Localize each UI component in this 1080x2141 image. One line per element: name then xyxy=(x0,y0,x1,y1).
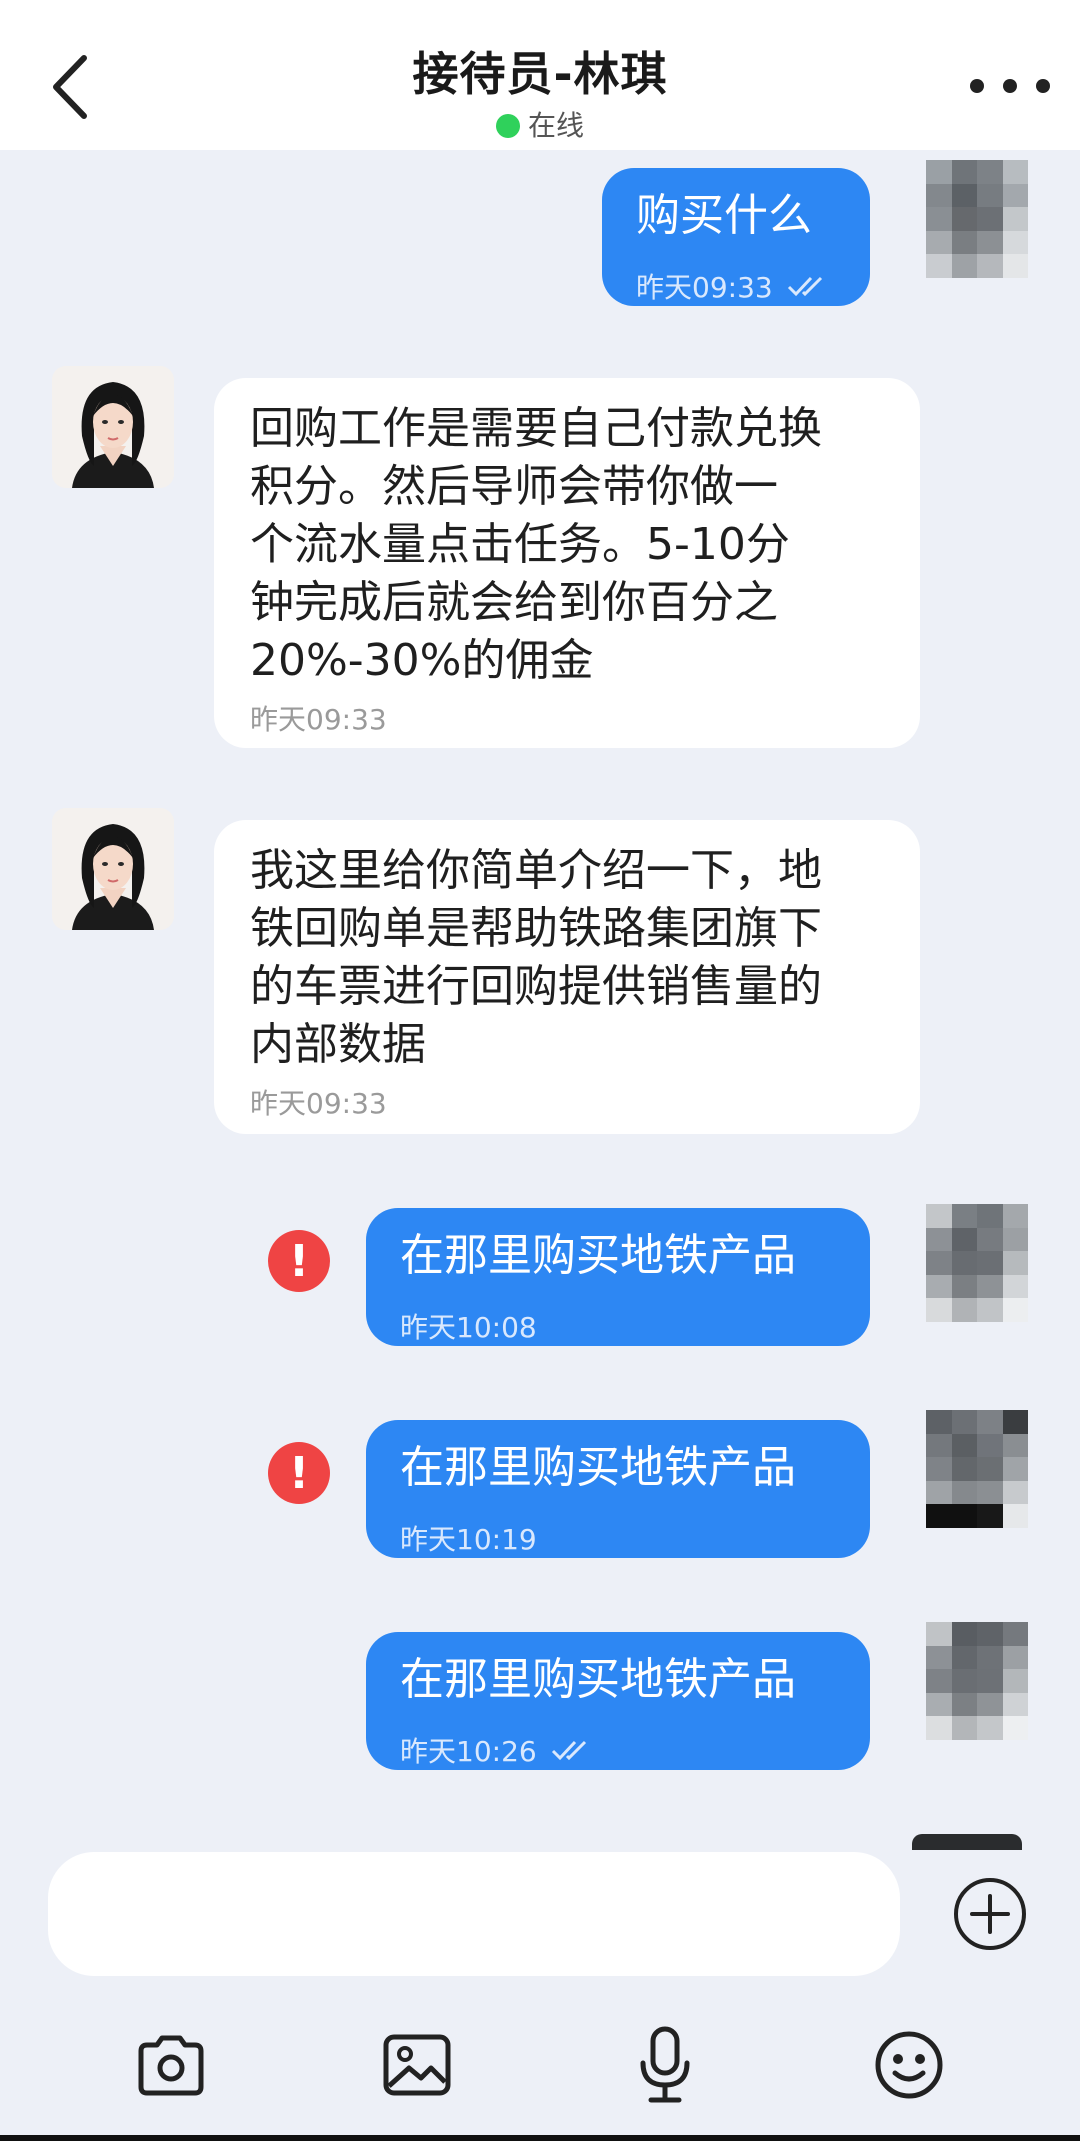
outgoing-message[interactable]: 在那里购买地铁产品 昨天10:19 xyxy=(366,1420,870,1558)
outgoing-message[interactable]: 在那里购买地铁产品 昨天10:08 xyxy=(366,1208,870,1346)
more-dot xyxy=(1036,79,1050,93)
plus-circle-icon xyxy=(954,1878,1026,1950)
user-avatar[interactable] xyxy=(926,160,1028,278)
text-line: 20%-30%的佣金 xyxy=(250,635,594,686)
message-timestamp: 昨天10:08 xyxy=(400,1311,537,1344)
double-check-icon xyxy=(551,1740,586,1761)
message-text: 购买什么 xyxy=(636,190,812,241)
double-check-icon xyxy=(787,276,822,297)
voice-button[interactable] xyxy=(620,2020,710,2110)
text-line: 我这里给你简单介绍一下，地 xyxy=(250,845,822,896)
microphone-icon xyxy=(640,2026,690,2103)
message-list[interactable]: 购买什么 昨天09:33 回购工作是需要自己付款兑换 积分。然后导师会带你做一 xyxy=(0,150,1080,1850)
message-text: 在那里购买地铁产品 xyxy=(400,1230,796,1281)
message-text: 在那里购买地铁产品 xyxy=(400,1654,796,1705)
user-avatar[interactable] xyxy=(926,1204,1028,1322)
user-avatar[interactable] xyxy=(926,1410,1028,1528)
more-options-button[interactable] xyxy=(970,66,1050,106)
message-timestamp: 昨天09:33 xyxy=(636,271,773,304)
send-failed-icon[interactable]: ! xyxy=(268,1230,330,1292)
camera-icon xyxy=(138,2035,204,2096)
message-timestamp: 昨天10:19 xyxy=(400,1523,537,1556)
chat-header: 接待员-林琪 在线 xyxy=(0,0,1080,150)
image-icon xyxy=(383,2034,451,2096)
text-line: 回购工作是需要自己付款兑换 xyxy=(250,403,822,454)
incoming-message[interactable]: 我这里给你简单介绍一下，地 铁回购单是帮助铁路集团旗下 的车票进行回购提供销售量… xyxy=(214,820,920,1134)
add-attachment-button[interactable] xyxy=(952,1876,1028,1952)
text-line: 内部数据 xyxy=(250,1019,426,1070)
text-line: 个流水量点击任务。5-10分 xyxy=(250,519,790,570)
message-text: 在那里购买地铁产品 xyxy=(400,1442,796,1493)
message-timestamp: 昨天09:33 xyxy=(250,1087,387,1120)
online-dot-icon xyxy=(495,114,520,138)
message-input[interactable] xyxy=(48,1852,900,1976)
outgoing-message[interactable]: 在那里购买地铁产品 昨天10:26 xyxy=(366,1632,870,1770)
message-timestamp: 昨天09:33 xyxy=(250,703,387,736)
emoji-button[interactable] xyxy=(864,2020,954,2110)
text-line: 钟完成后就会给到你百分之 xyxy=(250,577,778,628)
user-avatar[interactable] xyxy=(926,1622,1028,1740)
text-line: 的车票进行回购提供销售量的 xyxy=(250,961,822,1012)
online-status: 在线 xyxy=(0,104,1080,144)
text-line: 铁回购单是帮助铁路集团旗下 xyxy=(250,903,822,954)
user-avatar-partial xyxy=(912,1834,1022,1850)
agent-avatar[interactable] xyxy=(52,366,174,488)
emoji-icon xyxy=(875,2031,943,2099)
message-time: 昨天09:33 xyxy=(636,266,831,306)
agent-avatar[interactable] xyxy=(52,808,174,930)
message-text: 回购工作是需要自己付款兑换 积分。然后导师会带你做一 个流水量点击任务。5-10… xyxy=(250,400,822,738)
incoming-message[interactable]: 回购工作是需要自己付款兑换 积分。然后导师会带你做一 个流水量点击任务。5-10… xyxy=(214,378,920,748)
message-time: 昨天10:26 xyxy=(400,1730,595,1770)
contact-name: 接待员-林琪 xyxy=(412,47,668,101)
agent-portrait xyxy=(52,366,174,488)
composer-toolbar xyxy=(0,2020,1080,2120)
composer xyxy=(0,1850,1080,2141)
status-text: 在线 xyxy=(527,109,584,142)
message-text: 我这里给你简单介绍一下，地 铁回购单是帮助铁路集团旗下 的车票进行回购提供销售量… xyxy=(250,842,822,1122)
more-horizontal-icon xyxy=(970,79,984,93)
message-timestamp: 昨天10:26 xyxy=(400,1735,537,1768)
send-failed-icon[interactable]: ! xyxy=(268,1442,330,1504)
outgoing-message[interactable]: 购买什么 昨天09:33 xyxy=(602,168,870,306)
bottom-edge xyxy=(0,2135,1080,2141)
text-line: 积分。然后导师会带你做一 xyxy=(250,461,778,512)
gallery-button[interactable] xyxy=(372,2020,462,2110)
agent-portrait xyxy=(52,808,174,930)
more-dot xyxy=(1003,79,1017,93)
camera-button[interactable] xyxy=(126,2020,216,2110)
